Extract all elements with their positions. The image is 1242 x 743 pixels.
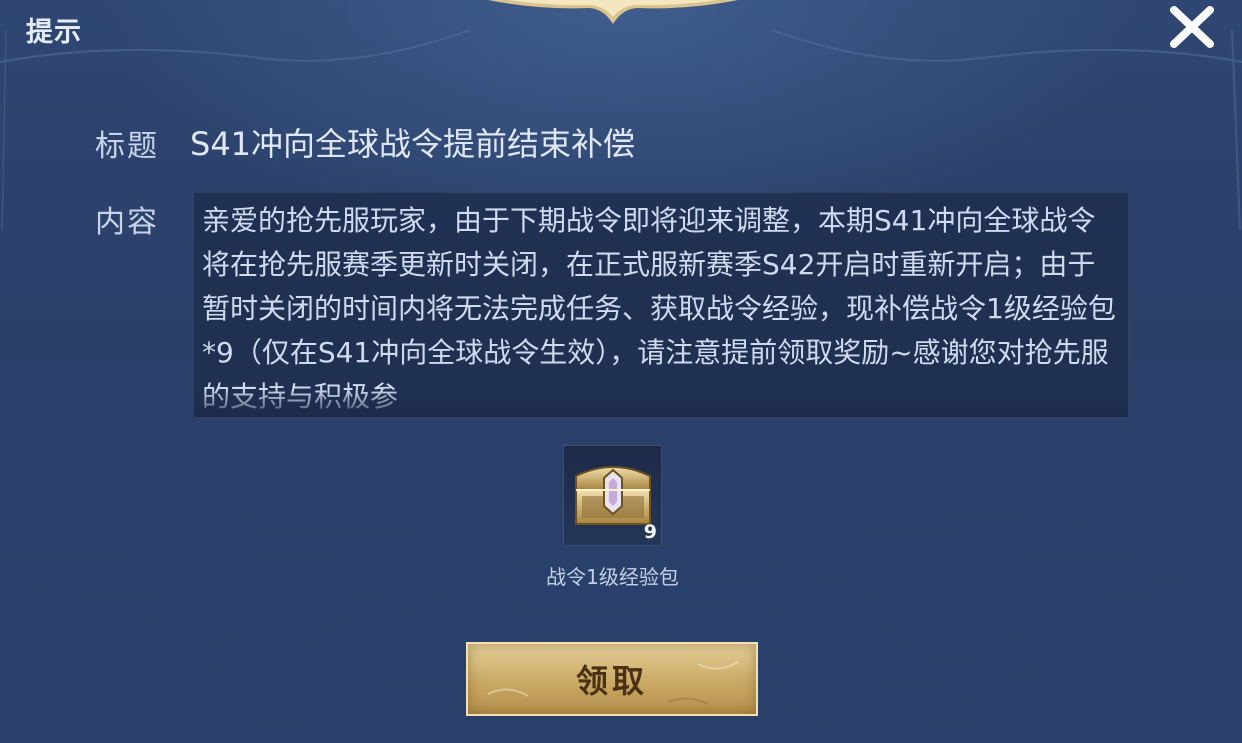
reward-count-badge: 9 [643,521,657,543]
reward-name: 战令1级经验包 [546,565,679,589]
close-icon[interactable] [1166,4,1218,50]
reward-item-slot[interactable]: 9 [563,445,662,546]
dialog-title: 提示 [26,17,82,48]
content-fade-overlay [194,389,1128,417]
content-scroll-area[interactable]: 亲爱的抢先服玩家，由于下期战令即将迎来调整，本期S41冲向全球战令将在抢先服赛季… [193,192,1129,418]
mail-title: S41冲向全球战令提前结束补偿 [190,125,636,163]
claim-button-label: 领取 [575,662,648,700]
claim-button[interactable]: 领取 [466,642,758,716]
content-label: 内容 [95,205,159,240]
title-label: 标题 [95,129,159,164]
crown-ornament-icon [488,0,738,24]
mail-content-text: 亲爱的抢先服玩家，由于下期战令即将迎来调整，本期S41冲向全球战令将在抢先服赛季… [202,204,1116,413]
